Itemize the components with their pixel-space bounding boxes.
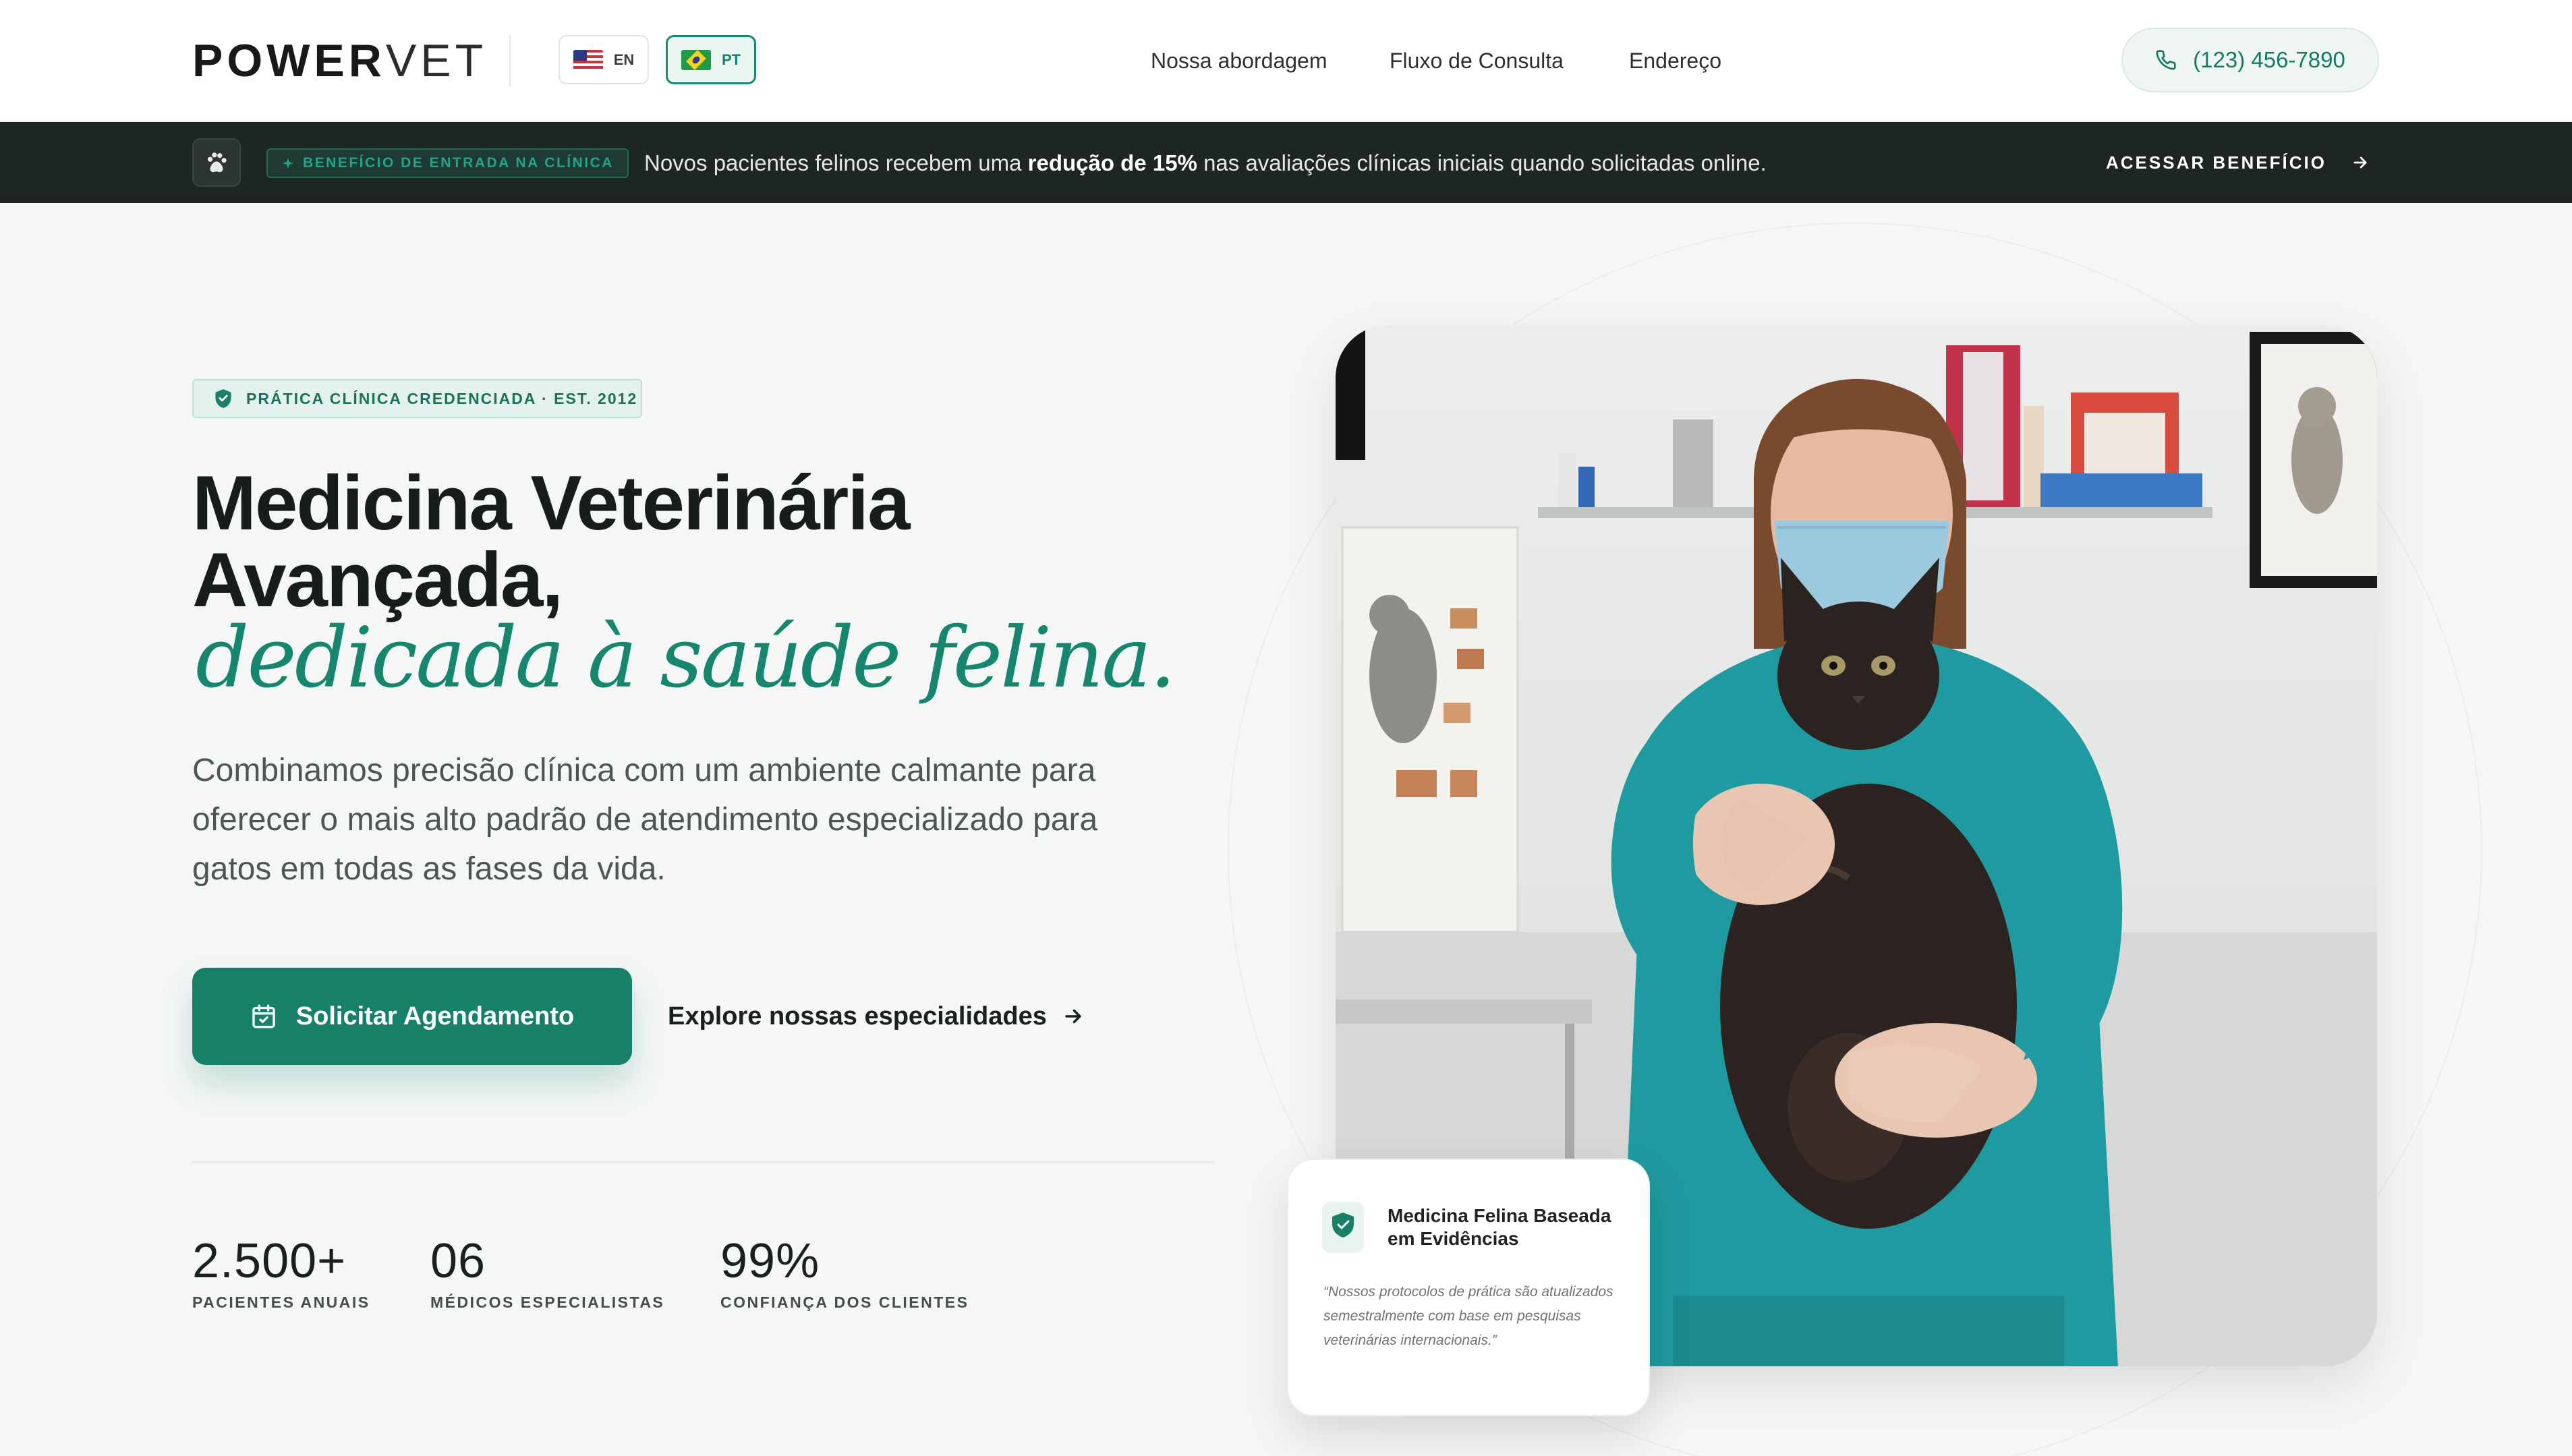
promo-text-bold: redução de 15% — [1027, 150, 1197, 175]
evidence-card-quote: “Nossos protocolos de prática são atuali… — [1323, 1284, 1613, 1348]
hero-title: Medicina Veterinária Avançada, — [192, 465, 1204, 619]
promo-badge: BENEFÍCIO DE ENTRADA NA CLÍNICA — [266, 148, 629, 178]
phone-label: (123) 456-7890 — [2193, 47, 2345, 72]
site-header: POWERVET EN PT Nossa abordagem Fluxo de … — [0, 0, 2572, 122]
hero-title-line-1: Medicina Veterinária — [192, 461, 910, 546]
hero-title-line-2: Avançada, — [192, 537, 563, 623]
credential-badge: PRÁTICA CLÍNICA CREDENCIADA · EST. 2012 — [192, 379, 642, 418]
promo-text-before: Novos pacientes felinos recebem uma — [644, 150, 1028, 175]
explore-specialties-label: Explore nossas especialidades — [668, 1002, 1047, 1030]
arrow-right-icon — [2353, 156, 2367, 169]
language-pt-label: PT — [721, 51, 741, 68]
header-divider — [509, 35, 511, 86]
nav-fluxo-de-consulta[interactable]: Fluxo de Consulta — [1390, 47, 1564, 74]
sparkle-icon — [282, 157, 294, 169]
access-benefit-link[interactable]: ACESSAR BENEFÍCIO — [2106, 149, 2370, 176]
nav-endereco[interactable]: Endereço — [1629, 47, 1721, 74]
language-en-button[interactable]: EN — [559, 35, 649, 84]
promo-message: Novos pacientes felinos recebem uma redu… — [644, 148, 1767, 179]
us-flag-icon — [573, 49, 603, 70]
shield-check-icon — [1322, 1202, 1364, 1253]
logo-light-text: VET — [385, 35, 488, 86]
logo[interactable]: POWERVET — [192, 36, 487, 86]
language-pt-button[interactable]: PT — [666, 35, 756, 84]
credential-badge-label: PRÁTICA CLÍNICA CREDENCIADA · EST. 2012 — [246, 389, 638, 407]
promo-bar: BENEFÍCIO DE ENTRADA NA CLÍNICA Novos pa… — [0, 122, 2572, 203]
stat-value: 2.500+ — [192, 1234, 347, 1288]
nav-nossa-abordagem[interactable]: Nossa abordagem — [1151, 47, 1327, 74]
paw-icon — [207, 152, 227, 173]
promo-cta-label: ACESSAR BENEFÍCIO — [2106, 152, 2326, 173]
request-appointment-label: Solicitar Agendamento — [295, 1001, 575, 1030]
calendar-check-icon — [252, 1004, 275, 1028]
stat-label: PACIENTES ANUAIS — [192, 1293, 370, 1311]
hero-title-italic: dedicada à saúde felina. — [196, 610, 1176, 707]
brazil-flag-icon — [681, 49, 711, 70]
promo-text-after: nas avaliações clínicas iniciais quando … — [1197, 150, 1767, 175]
request-appointment-button[interactable]: Solicitar Agendamento — [192, 968, 632, 1065]
evidence-card-title: Medicina Felina Baseada em Evidências — [1388, 1205, 1611, 1249]
logo-bold-text: POWER — [192, 35, 386, 86]
promo-badge-label: BENEFÍCIO DE ENTRADA NA CLÍNICA — [303, 155, 614, 171]
stats-divider — [192, 1161, 1214, 1163]
hero-description: Combinamos precisão clínica com um ambie… — [192, 753, 1098, 887]
explore-specialties-link[interactable]: Explore nossas especialidades — [668, 1001, 1085, 1031]
stat-client-trust: 99% CONFIANÇA DOS CLIENTES — [720, 1234, 969, 1312]
stat-specialist-doctors: 06 MÉDICOS ESPECIALISTAS — [430, 1234, 664, 1312]
stat-annual-patients: 2.500+ PACIENTES ANUAIS — [192, 1234, 370, 1312]
phone-icon — [2156, 50, 2176, 70]
language-en-label: EN — [613, 51, 635, 68]
arrow-right-icon — [1065, 1009, 1081, 1024]
phone-button[interactable]: (123) 456-7890 — [2121, 28, 2379, 92]
promo-icon-box — [192, 138, 241, 187]
stat-label: CONFIANÇA DOS CLIENTES — [720, 1293, 969, 1311]
shield-check-icon — [215, 389, 231, 408]
stat-value: 06 — [430, 1234, 486, 1288]
evidence-card: Medicina Felina Baseada em Evidências “N… — [1287, 1159, 1650, 1416]
stat-label: MÉDICOS ESPECIALISTAS — [430, 1293, 665, 1311]
stat-value: 99% — [720, 1234, 820, 1288]
